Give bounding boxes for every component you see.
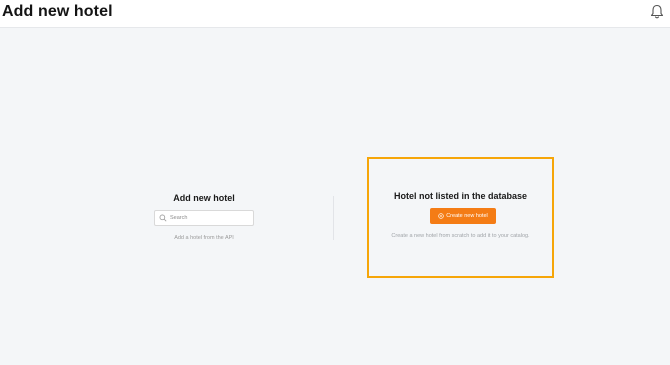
create-hotel-panel: Hotel not listed in the database Create … (367, 157, 554, 278)
panel-title: Add new hotel (173, 193, 235, 203)
vertical-divider (333, 196, 334, 240)
bell-icon[interactable] (650, 4, 664, 20)
add-from-api-panel: Add new hotel Add a hotel from the API (144, 192, 264, 241)
plus-circle-icon (438, 213, 444, 219)
page-title: Add new hotel (2, 3, 113, 20)
top-header: Add new hotel (0, 0, 670, 28)
panel-caption: Add a hotel from the API (174, 235, 234, 241)
search-box[interactable] (154, 210, 254, 226)
panel-title: Hotel not listed in the database (393, 191, 528, 201)
create-button-label: Create new hotel (446, 213, 488, 219)
search-icon (159, 214, 167, 222)
create-new-hotel-button[interactable]: Create new hotel (430, 208, 496, 224)
panel-caption: Create a new hotel from scratch to add i… (391, 233, 530, 239)
search-input[interactable] (167, 212, 250, 224)
